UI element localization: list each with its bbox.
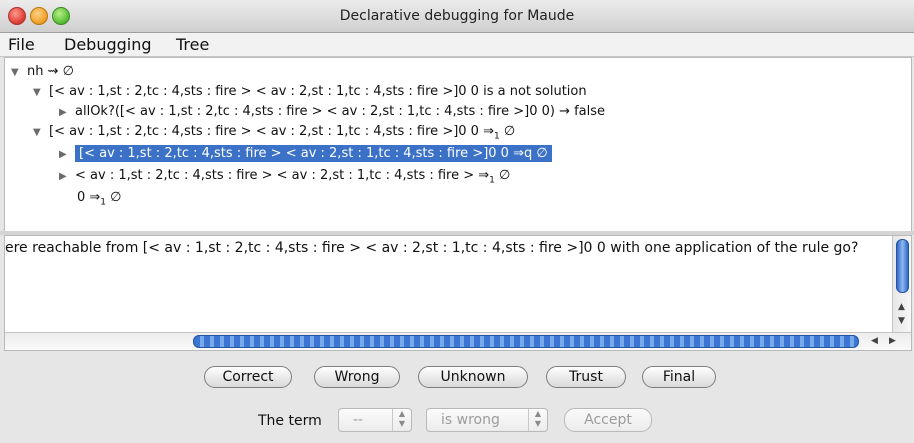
debugging-tree: ▼ nh ⇝ ∅ ▼ [< av : 1,st : 2,tc : 4,sts : f… — [4, 57, 912, 232]
tree-node-label-end: ∅ — [499, 124, 516, 139]
tree-node-label: allOk?([< av : 1,st : 2,tc : 4,sts : fir… — [75, 104, 606, 119]
tree-row-rewrite[interactable]: ▼ [< av : 1,st : 2,tc : 4,sts : fire > < … — [33, 122, 515, 142]
tree-node-label: nh ⇝ ∅ — [27, 64, 74, 79]
menu-tree[interactable]: Tree — [176, 35, 209, 54]
verdict-select-value: is wrong — [441, 412, 500, 428]
menu-debugging[interactable]: Debugging — [64, 35, 152, 54]
triangle-right-icon[interactable]: ▶ — [59, 145, 75, 165]
stepper-arrows-icon: ▲ ▼ — [392, 409, 411, 431]
term-label: The term — [258, 413, 322, 429]
menu-file[interactable]: File — [8, 35, 35, 54]
vertical-scrollbar[interactable]: ▲ ▼ — [892, 236, 911, 332]
term-select[interactable]: -- ▲ ▼ — [338, 408, 412, 432]
horizontal-scroll-thumb[interactable] — [193, 335, 859, 348]
verdict-select[interactable]: is wrong ▲ ▼ — [426, 408, 548, 432]
tree-row-child-3[interactable]: 0 ⇒1 ∅ — [77, 188, 122, 208]
tree-row-child-2[interactable]: ▶ < av : 1,st : 2,tc : 4,sts : fire > < a… — [59, 166, 510, 186]
scroll-right-arrow-icon[interactable]: ▶ — [889, 336, 896, 346]
window-title: Declarative debugging for Maude — [339, 8, 575, 24]
scroll-up-arrow-icon[interactable]: ▲ — [898, 302, 905, 312]
triangle-down-icon[interactable]: ▼ — [33, 123, 49, 143]
tree-row-not-solution[interactable]: ▼ [< av : 1,st : 2,tc : 4,sts : fire > < … — [33, 82, 587, 102]
correct-button[interactable]: Correct — [204, 366, 292, 388]
triangle-right-icon[interactable]: ▶ — [59, 103, 75, 123]
tree-row-allok[interactable]: ▶ allOk?([< av : 1,st : 2,tc : 4,sts : fi… — [59, 102, 605, 122]
tree-node-label: 0 ⇒1 ∅ — [77, 190, 122, 208]
scroll-down-arrow-icon[interactable]: ▼ — [898, 316, 905, 326]
tree-node-label-text: [< av : 1,st : 2,tc : 4,sts : fire > < a… — [49, 124, 494, 139]
menu-bar: File Debugging Tree — [0, 33, 914, 57]
final-button[interactable]: Final — [642, 366, 716, 388]
tree-row-selected[interactable]: ▶ [< av : 1,st : 2,tc : 4,sts : fire > < … — [59, 144, 552, 164]
triangle-down-icon[interactable]: ▼ — [33, 83, 49, 103]
vertical-scroll-thumb[interactable] — [896, 239, 909, 293]
accept-button[interactable]: Accept — [564, 408, 652, 432]
wrong-button[interactable]: Wrong — [314, 366, 400, 388]
question-panel: ere reachable from [< av : 1,st : 2,tc :… — [4, 235, 912, 351]
term-select-value: -- — [353, 412, 364, 428]
tree-node-label: [< av : 1,st : 2,tc : 4,sts : fire > < a… — [49, 84, 587, 99]
tree-node-label-end: ∅ — [494, 168, 511, 183]
title-bar: Declarative debugging for Maude — [0, 0, 914, 33]
triangle-down-icon[interactable]: ▼ — [11, 63, 27, 83]
unknown-button[interactable]: Unknown — [418, 366, 528, 388]
app-window: Declarative debugging for Maude File Deb… — [0, 0, 914, 443]
triangle-right-icon[interactable]: ▶ — [59, 167, 75, 187]
tree-node-label: [< av : 1,st : 2,tc : 4,sts : fire > < a… — [49, 124, 516, 142]
scroll-left-arrow-icon[interactable]: ◀ — [871, 336, 878, 346]
tree-node-label: < av : 1,st : 2,tc : 4,sts : fire > < av… — [75, 168, 511, 186]
tree-row-root[interactable]: ▼ nh ⇝ ∅ — [11, 62, 74, 82]
horizontal-scrollbar[interactable]: ◀ ▶ — [5, 332, 911, 350]
tree-node-label-end: ∅ — [106, 190, 122, 205]
stepper-arrows-icon: ▲ ▼ — [528, 409, 547, 431]
tree-node-label-text: < av : 1,st : 2,tc : 4,sts : fire > < av… — [75, 168, 490, 183]
tree-node-label-selected[interactable]: [< av : 1,st : 2,tc : 4,sts : fire > < a… — [75, 145, 552, 162]
tree-node-label-text: 0 ⇒ — [77, 190, 101, 205]
question-text: ere reachable from [< av : 1,st : 2,tc :… — [5, 240, 859, 256]
trust-button[interactable]: Trust — [546, 366, 626, 388]
